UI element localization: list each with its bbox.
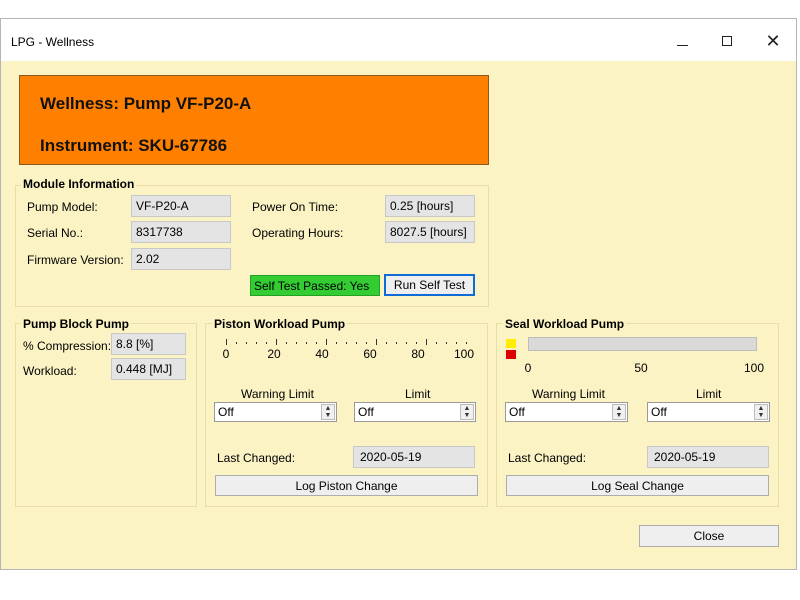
compression-value: 8.8 [%] xyxy=(111,333,186,355)
piston-limit-stepper[interactable]: Off ▲ ▼ xyxy=(354,402,476,422)
piston-workload-ticks xyxy=(226,339,467,351)
seal-scale-label: 50 xyxy=(634,361,648,375)
spin-arrows-icon[interactable]: ▲ ▼ xyxy=(612,404,626,420)
seal-last-changed-value: 2020-05-19 xyxy=(647,446,769,468)
scale-tick xyxy=(456,342,457,344)
minimize-icon xyxy=(676,44,688,46)
close-window-button[interactable]: ✕ xyxy=(750,27,796,55)
power-on-label: Power On Time: xyxy=(252,200,339,214)
scale-tick xyxy=(426,339,427,345)
scale-tick xyxy=(346,342,347,344)
seal-scale-label: 100 xyxy=(743,361,765,375)
operating-hours-label: Operating Hours: xyxy=(252,226,344,240)
seal-workload-title: Seal Workload Pump xyxy=(503,317,627,331)
scale-tick xyxy=(406,342,407,344)
close-button[interactable]: Close xyxy=(639,525,779,547)
scale-tick xyxy=(266,342,267,344)
scale-tick xyxy=(236,342,237,344)
seal-warning-limit-stepper[interactable]: Off ▲ ▼ xyxy=(505,402,628,422)
seal-warning-limit-label: Warning Limit xyxy=(532,387,605,401)
seal-scale-label: 0 xyxy=(524,361,532,375)
scale-tick xyxy=(286,342,287,344)
scale-tick xyxy=(366,342,367,344)
scale-tick xyxy=(386,342,387,344)
pump-model-value: VF-P20-A xyxy=(131,195,231,217)
piston-warning-limit-value: Off xyxy=(218,405,234,419)
seal-warning-limit-value: Off xyxy=(509,405,525,419)
wellness-header-banner: Wellness: Pump VF-P20-A Instrument: SKU-… xyxy=(19,75,489,165)
spin-arrows-icon[interactable]: ▲ ▼ xyxy=(460,404,474,420)
piston-scale-label: 60 xyxy=(363,347,377,361)
firmware-value: 2.02 xyxy=(131,248,231,270)
scale-tick xyxy=(436,342,437,344)
minimize-button[interactable] xyxy=(659,27,705,55)
run-self-test-button[interactable]: Run Self Test xyxy=(384,274,475,296)
log-seal-change-button[interactable]: Log Seal Change xyxy=(506,475,769,496)
seal-limit-stepper[interactable]: Off ▲ ▼ xyxy=(647,402,770,422)
seal-last-changed-label: Last Changed: xyxy=(508,451,587,465)
maximize-icon xyxy=(722,36,732,46)
operating-hours-value: 8027.5 [hours] xyxy=(385,221,475,243)
log-piston-change-button[interactable]: Log Piston Change xyxy=(215,475,478,496)
firmware-label: Firmware Version: xyxy=(27,253,124,267)
seal-limit-label: Limit xyxy=(696,387,722,401)
seal-warning-marker xyxy=(506,339,516,348)
serial-value: 8317738 xyxy=(131,221,231,243)
serial-label: Serial No.: xyxy=(27,226,84,240)
piston-scale-label: 100 xyxy=(453,347,475,361)
window-title: LPG - Wellness xyxy=(11,35,95,49)
scale-tick xyxy=(296,342,297,344)
pump-model-label: Pump Model: xyxy=(27,200,98,214)
module-information-title: Module Information xyxy=(21,177,137,191)
spin-arrows-icon[interactable]: ▲ ▼ xyxy=(321,404,335,420)
scale-tick xyxy=(256,342,257,344)
maximize-button[interactable] xyxy=(704,27,750,55)
scale-tick xyxy=(246,342,247,344)
scale-tick xyxy=(396,342,397,344)
seal-limit-value: Off xyxy=(651,405,667,419)
scale-tick xyxy=(376,339,377,345)
piston-limit-value: Off xyxy=(358,405,374,419)
spin-arrows-icon[interactable]: ▲ ▼ xyxy=(754,404,768,420)
title-bar: LPG - Wellness ✕ xyxy=(1,19,796,61)
instrument-title: Instrument: SKU-67786 xyxy=(40,136,228,155)
scale-tick xyxy=(356,342,357,344)
scale-tick xyxy=(466,342,467,344)
piston-workload-title: Piston Workload Pump xyxy=(212,317,348,331)
scale-tick xyxy=(416,342,417,344)
piston-scale-label: 0 xyxy=(222,347,230,361)
scale-tick xyxy=(316,342,317,344)
seal-workload-bar xyxy=(528,337,757,351)
compression-label: % Compression: xyxy=(23,339,112,353)
scale-tick xyxy=(326,339,327,345)
piston-last-changed-label: Last Changed: xyxy=(217,451,296,465)
piston-scale-label: 80 xyxy=(411,347,425,361)
piston-scale-label: 40 xyxy=(315,347,329,361)
self-test-status: Self Test Passed: Yes xyxy=(250,275,380,296)
piston-limit-label: Limit xyxy=(405,387,431,401)
scale-tick xyxy=(276,339,277,345)
piston-last-changed-value: 2020-05-19 xyxy=(353,446,475,468)
workload-label: Workload: xyxy=(23,364,77,378)
piston-scale-label: 20 xyxy=(267,347,281,361)
seal-limit-marker xyxy=(506,350,516,359)
scale-tick xyxy=(226,339,227,345)
scale-tick xyxy=(336,342,337,344)
workload-value: 0.448 [MJ] xyxy=(111,358,186,380)
scale-tick xyxy=(446,342,447,344)
piston-warning-limit-label: Warning Limit xyxy=(241,387,314,401)
piston-warning-limit-stepper[interactable]: Off ▲ ▼ xyxy=(214,402,337,422)
wellness-pump-title: Wellness: Pump VF-P20-A xyxy=(40,94,252,113)
close-icon: ✕ xyxy=(765,30,781,51)
wellness-window: LPG - Wellness ✕ Wellness: Pump VF-P20-A… xyxy=(0,18,797,570)
power-on-value: 0.25 [hours] xyxy=(385,195,475,217)
pump-block-title: Pump Block Pump xyxy=(21,317,132,331)
scale-tick xyxy=(306,342,307,344)
